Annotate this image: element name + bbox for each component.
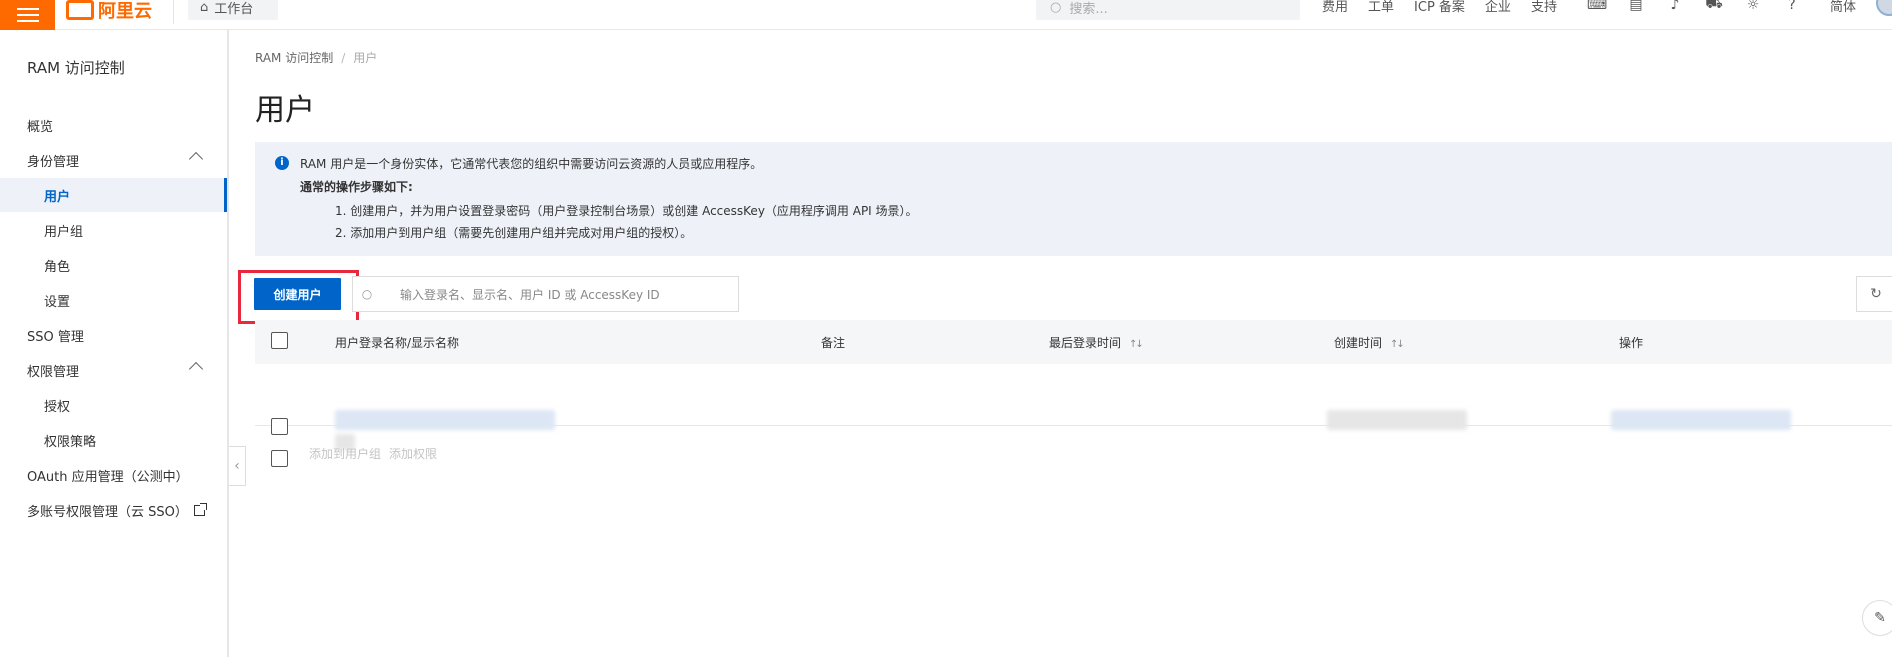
breadcrumb-item-ram[interactable]: RAM 访问控制 xyxy=(255,51,333,65)
edit-floating-button[interactable]: ✎ xyxy=(1862,600,1892,636)
search-icon: ○ xyxy=(1050,0,1062,15)
divider xyxy=(173,0,174,24)
sidebar-item-label: 身份管理 xyxy=(27,154,80,170)
language-switch[interactable]: 简体 xyxy=(1830,0,1856,15)
sort-icon[interactable]: ↑↓ xyxy=(1129,339,1144,350)
sort-icon[interactable]: ↑↓ xyxy=(1390,339,1405,350)
column-header-remark: 备注 xyxy=(821,336,846,350)
column-header-login-name: 用户登录名称/显示名称 xyxy=(335,336,460,350)
redacted-actions[interactable] xyxy=(1611,410,1791,430)
sidebar-item-cloud-sso[interactable]: 多账号权限管理（云 SSO） xyxy=(0,493,227,527)
help-icon[interactable]: ? xyxy=(1783,0,1801,14)
chevron-up-icon xyxy=(188,361,204,377)
breadcrumb-separator: / xyxy=(341,51,346,65)
sidebar-group-identity[interactable]: 身份管理 xyxy=(0,143,227,177)
info-notice: i RAM 用户是一个身份实体，它通常代表您的组织中需要访问云资源的人员或应用程… xyxy=(255,142,1892,256)
nav-tickets[interactable]: 工单 xyxy=(1368,0,1394,15)
sidebar-item-policies[interactable]: 权限策略 xyxy=(0,423,227,457)
sidebar-item-grants[interactable]: 授权 xyxy=(0,388,227,422)
sidebar-item-overview[interactable]: 概览 xyxy=(0,108,227,142)
notice-line-4: 2. 添加用户到用户组（需要先创建用户组并完成对用户组的授权）。 xyxy=(335,226,693,240)
pencil-icon: ✎ xyxy=(1874,610,1886,626)
home-icon: ⌂ xyxy=(200,0,209,15)
sidebar-item-label: 角色 xyxy=(44,259,71,275)
sidebar-item-label: 概览 xyxy=(27,119,54,135)
aliyun-logo[interactable]: 阿里云 xyxy=(66,0,152,23)
info-icon: i xyxy=(275,156,289,170)
sidebar-item-label: 权限管理 xyxy=(27,364,80,380)
user-search-placeholder: 输入登录名、显示名、用户 ID 或 AccessKey ID xyxy=(400,287,660,302)
global-search-placeholder: 搜索... xyxy=(1069,1,1108,17)
sidebar: RAM 访问控制 概览 身份管理 用户 用户组 角色 设置 SSO 管理 权限管… xyxy=(0,30,229,657)
breadcrumb-item-users: 用户 xyxy=(353,51,378,65)
sidebar-item-settings[interactable]: 设置 xyxy=(0,283,227,317)
page-title: 用户 xyxy=(255,93,315,128)
breadcrumb: RAM 访问控制 / 用户 xyxy=(255,49,377,66)
column-header-created[interactable]: 创建时间 ↑↓ xyxy=(1334,334,1405,351)
refresh-button[interactable]: ↻ xyxy=(1856,276,1892,312)
nav-fees[interactable]: 费用 xyxy=(1322,0,1348,15)
workbench-label: 工作台 xyxy=(214,1,254,17)
sidebar-title: RAM 访问控制 xyxy=(27,59,125,77)
nav-enterprise[interactable]: 企业 xyxy=(1485,0,1511,15)
add-to-group-button[interactable]: 添加到用户组 xyxy=(309,447,381,461)
sidebar-item-label: SSO 管理 xyxy=(27,329,84,345)
document-icon[interactable]: ▤ xyxy=(1627,0,1645,14)
sidebar-group-permissions[interactable]: 权限管理 xyxy=(0,353,227,387)
user-search-input[interactable]: ○ 输入登录名、显示名、用户 ID 或 AccessKey ID xyxy=(352,276,739,312)
sidebar-item-label: 多账号权限管理（云 SSO） xyxy=(27,504,188,520)
table-header: 用户登录名称/显示名称 备注 最后登录时间 ↑↓ 创建时间 ↑↓ 操作 xyxy=(255,320,1892,364)
highlight-annotation-box xyxy=(238,270,359,324)
search-icon: ○ xyxy=(361,287,373,301)
notice-line-2: 通常的操作步骤如下: xyxy=(300,180,413,194)
bell-icon[interactable]: ♪ xyxy=(1666,0,1684,14)
top-icons: ⌨ ▤ ♪ ⛟ ☼ ? xyxy=(1587,0,1822,14)
redacted-login-name[interactable] xyxy=(335,410,555,430)
sidebar-item-label: 授权 xyxy=(44,399,71,415)
bulk-select-checkbox[interactable] xyxy=(271,450,288,467)
global-search-input[interactable]: ○ 搜索... xyxy=(1036,0,1300,20)
column-header-created-label: 创建时间 xyxy=(1334,336,1383,350)
select-all-checkbox[interactable] xyxy=(271,332,288,349)
top-navbar: 阿里云 ⌂ 工作台 ○ 搜索... 费用 工单 ICP 备案 企业 支持 ⌨ ▤… xyxy=(0,0,1892,30)
nav-icp[interactable]: ICP 备案 xyxy=(1414,0,1465,15)
sidebar-item-users[interactable]: 用户 xyxy=(0,178,227,212)
sidebar-item-label: 用户组 xyxy=(44,224,84,240)
workbench-button[interactable]: ⌂ 工作台 xyxy=(188,0,278,20)
notice-line-1: RAM 用户是一个身份实体，它通常代表您的组织中需要访问云资源的人员或应用程序。 xyxy=(300,157,763,171)
nav-support[interactable]: 支持 xyxy=(1531,0,1557,15)
sidebar-item-sso[interactable]: SSO 管理 xyxy=(0,318,227,352)
sidebar-item-user-groups[interactable]: 用户组 xyxy=(0,213,227,247)
chevron-up-icon xyxy=(188,151,204,167)
sidebar-item-oauth[interactable]: OAuth 应用管理（公测中） xyxy=(0,458,227,492)
bulb-icon[interactable]: ☼ xyxy=(1744,0,1762,14)
top-nav-links: 费用 工单 ICP 备案 企业 支持 xyxy=(1322,0,1577,15)
bulk-actions: 添加到用户组 添加权限 xyxy=(309,445,445,462)
cart-icon[interactable]: ⛟ xyxy=(1705,0,1723,14)
main-content: RAM 访问控制 / 用户 用户 i RAM 用户是一个身份实体，它通常代表您的组织… xyxy=(231,30,1892,657)
notice-line-3: 1. 创建用户，并为用户设置登录密码（用户登录控制台场景）或创建 AccessK… xyxy=(335,204,918,218)
column-header-actions: 操作 xyxy=(1619,336,1644,350)
sidebar-item-label: OAuth 应用管理（公测中） xyxy=(27,469,189,485)
table-row xyxy=(255,364,1892,450)
sidebar-item-roles[interactable]: 角色 xyxy=(0,248,227,282)
redacted-created-time xyxy=(1327,410,1467,430)
sidebar-item-label: 设置 xyxy=(44,294,71,310)
terminal-icon[interactable]: ⌨ xyxy=(1587,0,1607,14)
refresh-icon: ↻ xyxy=(1870,286,1882,302)
add-permission-button[interactable]: 添加权限 xyxy=(389,447,437,461)
column-header-last-login[interactable]: 最后登录时间 ↑↓ xyxy=(1049,334,1144,351)
avatar[interactable] xyxy=(1876,0,1892,16)
row-checkbox[interactable] xyxy=(271,418,288,435)
column-header-last-login-label: 最后登录时间 xyxy=(1049,336,1122,350)
hamburger-menu-icon[interactable] xyxy=(0,0,55,30)
external-link-icon xyxy=(193,502,207,516)
sidebar-item-label: 权限策略 xyxy=(44,434,97,450)
sidebar-item-label: 用户 xyxy=(44,189,71,205)
